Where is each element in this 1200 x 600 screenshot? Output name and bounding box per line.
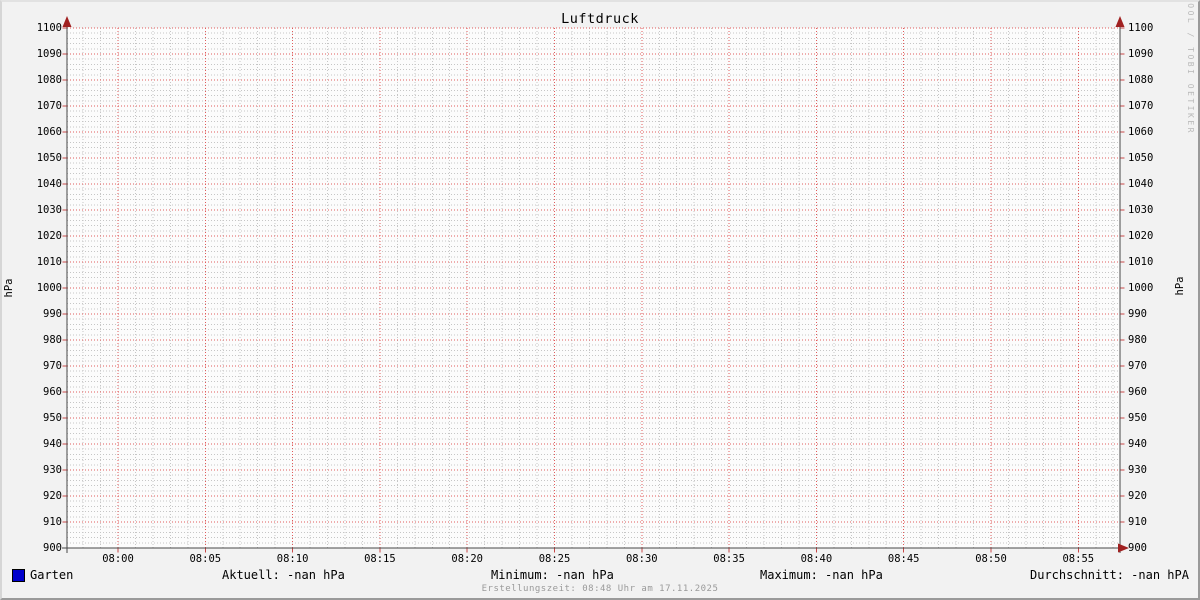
y-tick-label-left: 980 [43,334,62,346]
x-tick-label: 08:50 [975,553,1007,565]
stat-durchschnitt: Durchschnitt: -nan hPA [1030,568,1189,582]
legend-swatch-garten [12,569,25,582]
y-tick-label-left: 1010 [36,256,62,268]
stat-minimum: Minimum: -nan hPa [491,568,614,582]
y-tick-label-left: 1000 [36,282,62,294]
chart-title: Luftdruck [561,11,639,27]
y-tick-label-right: 950 [1128,412,1147,424]
x-tick-label: 08:05 [189,553,222,565]
x-tick-label: 08:25 [538,553,571,565]
y-tick-label-left: 920 [43,490,62,502]
y-tick-label-right: 1090 [1128,48,1154,60]
chart-grid-canvas [62,16,1129,553]
y-tick-label-right: 930 [1128,464,1147,476]
x-tick-label: 08:00 [102,553,134,565]
x-tick-label: 08:45 [887,553,920,565]
y-tick-label-left: 1030 [36,204,62,216]
y-tick-label-left: 1050 [36,152,62,164]
y-tick-label-right: 990 [1128,308,1147,320]
y-tick-label-right: 960 [1128,386,1147,398]
y-tick-label-right: 1070 [1128,100,1154,112]
y-tick-label-right: 920 [1128,490,1147,502]
y-tick-label-right: 1040 [1128,178,1154,190]
y-tick-label-right: 1080 [1128,74,1154,86]
y-tick-label-right: 1050 [1128,152,1154,164]
y-tick-label-right: 910 [1128,516,1147,528]
y-tick-label-right: 1020 [1128,230,1154,242]
y-tick-label-left: 930 [43,464,62,476]
pressure-graph: Luftdruck hPa hPa RRDTOOL / TOBI OETIKER… [0,0,1200,600]
stat-maximum: Maximum: -nan hPa [760,568,883,582]
y-tick-label-left: 900 [43,542,62,554]
x-tick-label: 08:35 [713,553,745,565]
y-axis-label-right: hPa [1174,276,1186,296]
y-tick-label-left: 1080 [36,74,62,86]
y-tick-label-right: 940 [1128,438,1147,450]
x-tick-label: 08:15 [364,553,396,565]
y-tick-label-right: 1010 [1128,256,1154,268]
y-tick-label-left: 990 [43,308,62,320]
legend-label-garten: Garten [30,568,74,582]
creation-timestamp: Erstellungszeit: 08:48 Uhr am 17.11.2025 [481,584,719,594]
y-tick-label-left: 1100 [36,22,62,34]
y-tick-label-left: 960 [43,386,62,398]
y-tick-label-left: 1060 [36,126,62,138]
y-tick-label-left: 970 [43,360,62,372]
y-tick-label-left: 940 [43,438,62,450]
x-tick-label: 08:20 [451,553,483,565]
y-tick-label-right: 1000 [1128,282,1154,294]
y-axis-label-left: hPa [3,278,15,298]
x-tick-label: 08:55 [1062,553,1095,565]
y-tick-label-right: 900 [1128,542,1147,554]
y-tick-label-left: 1070 [36,100,62,112]
y-tick-label-left: 1020 [36,230,62,242]
y-tick-label-right: 970 [1128,360,1147,372]
x-tick-label: 08:10 [276,553,309,565]
y-tick-label-left: 1040 [36,178,62,190]
y-tick-label-right: 1060 [1128,126,1154,138]
y-tick-label-right: 980 [1128,334,1147,346]
y-tick-label-left: 950 [43,412,62,424]
stat-aktuell: Aktuell: -nan hPa [222,568,345,582]
x-tick-label: 08:30 [625,553,658,565]
rrdtool-watermark: RRDTOOL / TOBI OETIKER [1186,0,1195,135]
y-tick-label-left: 1090 [36,48,62,60]
x-tick-label: 08:40 [800,553,833,565]
y-tick-label-right: 1100 [1128,22,1154,34]
y-tick-label-right: 1030 [1128,204,1154,216]
y-tick-label-left: 910 [43,516,62,528]
